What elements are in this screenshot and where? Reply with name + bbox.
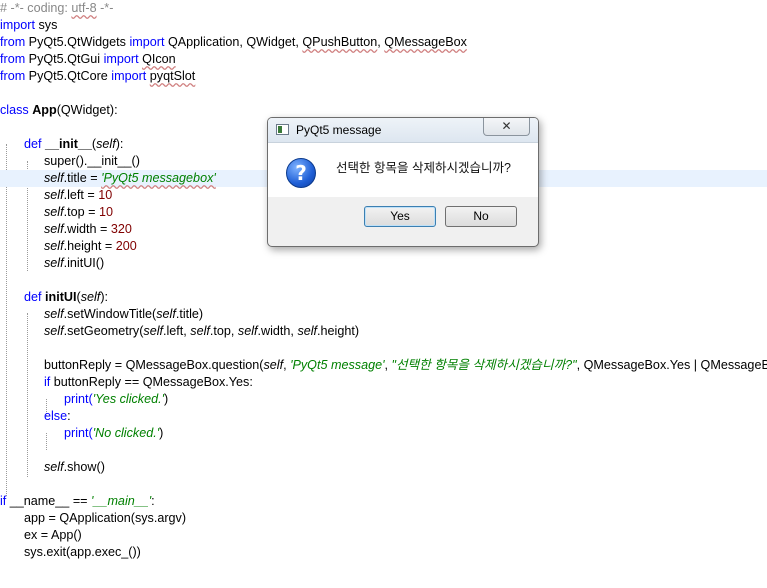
dialog-title: PyQt5 message <box>296 123 382 137</box>
no-button[interactable]: No <box>445 206 517 227</box>
code-line-1: # -*- coding: utf-8 -*- <box>0 1 114 15</box>
code-editor[interactable]: # -*- coding: utf-8 -*- import sys from … <box>0 0 767 588</box>
code-line-20: self.setGeometry(self.left, self.top, se… <box>44 324 360 338</box>
code-line-31: app = QApplication(sys.argv) <box>24 511 187 525</box>
window-app-icon <box>276 124 289 135</box>
code-line-22: buttonReply = QMessageBox.question(self,… <box>44 358 767 372</box>
yes-button[interactable]: Yes <box>364 206 436 227</box>
code-line-16: self.initUI() <box>44 256 105 270</box>
code-line-24: print('Yes clicked.') <box>64 392 169 406</box>
code-line-32: ex = App() <box>24 528 82 542</box>
code-line-2: import sys <box>0 18 58 32</box>
code-line-30: if __name__ == '__main__': <box>0 494 155 508</box>
code-line-19: self.setWindowTitle(self.title) <box>44 307 204 321</box>
close-button[interactable]: ✕ <box>483 118 530 136</box>
dialog-titlebar[interactable]: PyQt5 message ✕ <box>268 118 538 143</box>
code-line-5: from PyQt5.QtCore import pyqtSlot <box>0 69 196 83</box>
message-box-dialog[interactable]: PyQt5 message ✕ ? 선택한 항목을 삭제하시겠습니까? Yes … <box>267 117 539 247</box>
code-line-23: if buttonReply == QMessageBox.Yes: <box>44 375 253 389</box>
question-icon: ? <box>286 158 316 188</box>
code-line-28: self.show() <box>44 460 105 474</box>
code-line-18: def initUI(self): <box>24 290 109 304</box>
code-line-3: from PyQt5.QtWidgets import QApplication… <box>0 35 467 49</box>
code-line-26: print('No clicked.') <box>64 426 164 440</box>
code-line-33: sys.exit(app.exec_()) <box>24 545 141 559</box>
code-line-25: else: <box>44 409 71 423</box>
dialog-message: 선택한 항목을 삭제하시겠습니까? <box>336 161 511 175</box>
dialog-content: ? 선택한 항목을 삭제하시겠습니까? <box>268 143 538 197</box>
code-line-4: from PyQt5.QtGui import QIcon <box>0 52 176 66</box>
